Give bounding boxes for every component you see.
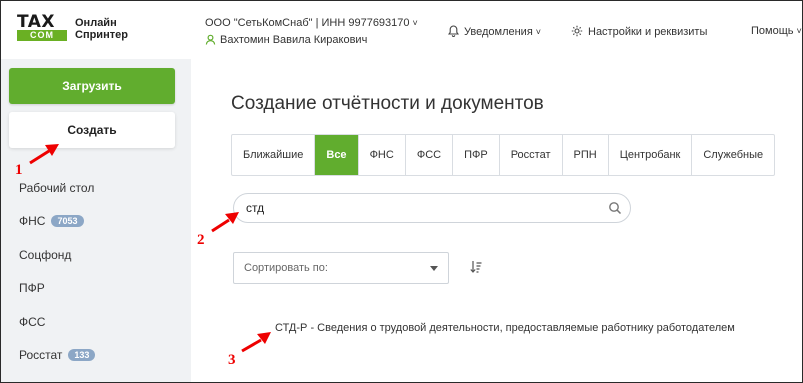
- logo-tax-text: TAX: [17, 12, 56, 32]
- help-menu[interactable]: Помощь ˅: [751, 25, 802, 37]
- settings-label: Настройки и реквизиты: [588, 26, 708, 38]
- annotation-arrow-1: [29, 144, 59, 165]
- top-header: TAX COM Онлайн Спринтер ООО "СетьКомСнаб…: [1, 1, 802, 59]
- sidebar-item-label: ПФР: [19, 281, 45, 295]
- upload-button[interactable]: Загрузить: [9, 68, 175, 104]
- annotation-number-1: 1: [15, 162, 23, 178]
- sidebar-item-fss[interactable]: ФСС: [19, 315, 45, 329]
- tab-service[interactable]: Служебные: [692, 135, 774, 175]
- search-icon[interactable]: [608, 201, 622, 215]
- search-result-item[interactable]: СТД-Р - Сведения о трудовой деятельности…: [275, 322, 735, 334]
- tab-all[interactable]: Все: [315, 135, 359, 175]
- help-label: Помощь: [751, 25, 794, 37]
- sidebar-item-label: ФНС: [19, 214, 46, 228]
- main-content: Создание отчётности и документов Ближайш…: [197, 67, 802, 382]
- chevron-down-icon: ˅: [535, 27, 542, 37]
- notifications-menu[interactable]: Уведомления ˅: [448, 25, 541, 38]
- logo-line-2: Спринтер: [75, 29, 128, 41]
- tab-pfr[interactable]: ПФР: [453, 135, 500, 175]
- annotation-number-3: 3: [228, 352, 236, 368]
- current-user[interactable]: Вахтомин Вавила Киракович: [205, 34, 367, 46]
- count-badge: 133: [68, 349, 96, 361]
- settings-link[interactable]: Настройки и реквизиты: [571, 25, 707, 38]
- gear-icon: [571, 25, 583, 37]
- count-badge: 7053: [51, 215, 84, 227]
- sidebar-item-label: Росстат: [19, 348, 63, 362]
- search-box: [233, 193, 631, 223]
- sidebar-item-label: Соцфонд: [19, 248, 72, 262]
- sidebar-item-label: Рабочий стол: [19, 181, 95, 195]
- notifications-label: Уведомления: [464, 26, 533, 38]
- logo-com-text: COM: [17, 30, 67, 41]
- organization-name: ООО "СетьКомСнаб" | ИНН 9977693170: [205, 17, 410, 29]
- sort-direction-icon[interactable]: [470, 260, 482, 274]
- logo-line-1: Онлайн: [75, 17, 117, 29]
- tab-nearest[interactable]: Ближайшие: [232, 135, 316, 175]
- annotation-number-2: 2: [197, 232, 205, 248]
- tab-rpn[interactable]: РПН: [563, 135, 609, 175]
- category-tabs: Ближайшие Все ФНС ФСС ПФР Росстат РПН Це…: [231, 134, 776, 176]
- tab-rosstat[interactable]: Росстат: [500, 135, 563, 175]
- bell-icon: [448, 25, 459, 37]
- sidebar-item-dashboard[interactable]: Рабочий стол: [19, 181, 94, 195]
- sort-placeholder: Сортировать по:: [244, 262, 328, 274]
- user-name: Вахтомин Вавила Киракович: [220, 34, 368, 46]
- logo-product-name: Онлайн Спринтер: [75, 17, 128, 41]
- organization-selector[interactable]: ООО "СетьКомСнаб" | ИНН 9977693170 ˅: [205, 17, 418, 29]
- sidebar-item-socfond[interactable]: Соцфонд: [19, 248, 71, 262]
- sidebar-item-label: ФСС: [19, 315, 46, 329]
- tab-centrobank[interactable]: Центробанк: [609, 135, 693, 175]
- chevron-down-icon: ˅: [412, 18, 418, 28]
- sidebar: Загрузить Создать Рабочий стол ФНС 7053 С…: [1, 59, 191, 382]
- sort-select[interactable]: Сортировать по:: [233, 252, 449, 284]
- annotation-arrow-3: [241, 332, 271, 353]
- sidebar-item-pfr[interactable]: ПФР: [19, 281, 45, 295]
- caret-down-icon: [430, 266, 438, 271]
- sidebar-item-fns[interactable]: ФНС 7053: [19, 214, 84, 228]
- chevron-down-icon: ˅: [796, 26, 802, 36]
- annotation-arrow-2: [211, 212, 239, 233]
- tab-fss[interactable]: ФСС: [406, 135, 454, 175]
- page-title: Создание отчётности и документов: [231, 93, 544, 114]
- app-window: TAX COM Онлайн Спринтер ООО "СетьКомСнаб…: [0, 0, 803, 383]
- user-icon: [205, 34, 216, 45]
- tab-fns[interactable]: ФНС: [359, 135, 406, 175]
- taxcom-logo[interactable]: TAX COM Онлайн Спринтер: [17, 12, 137, 45]
- search-input[interactable]: [246, 201, 586, 215]
- sidebar-item-rosstat[interactable]: Росстат 133: [19, 348, 96, 362]
